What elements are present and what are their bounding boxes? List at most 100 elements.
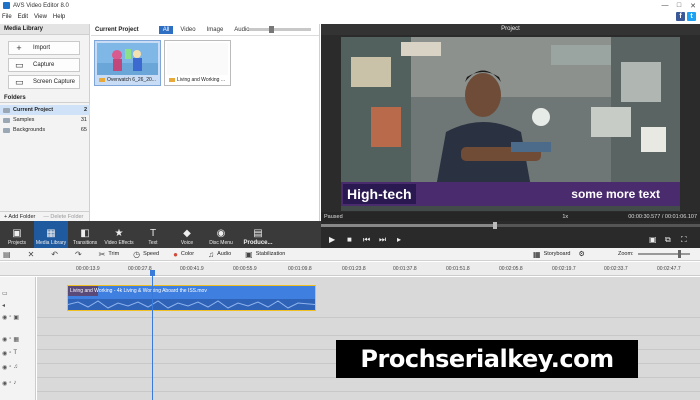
- forward-icon[interactable]: ▸: [397, 235, 401, 244]
- playback-speed: 1x: [562, 213, 569, 220]
- previous-frame-icon[interactable]: ⏮: [363, 235, 370, 245]
- monitor-icon: ▭: [15, 76, 24, 87]
- media-item-label: Living and Working ...: [177, 76, 225, 83]
- video-effects-button[interactable]: ★ Video Effects: [102, 221, 136, 248]
- produce-label: Produce...: [243, 240, 273, 246]
- preview-status: Paused 1x 00:00:30.577 / 00:01:06.107: [321, 212, 700, 221]
- speed-button[interactable]: ◷ Speed: [133, 250, 159, 259]
- speed-icon: ◷: [133, 249, 141, 259]
- music-track-header: ◉ ▫ ♫: [0, 361, 36, 373]
- timeline-tracks[interactable]: Living and Working - 4k Living & Working…: [37, 277, 700, 400]
- text-label: Text: [148, 240, 158, 246]
- next-frame-icon[interactable]: ⏭: [379, 235, 386, 245]
- capture-label: Capture: [33, 62, 55, 68]
- minimize-button[interactable]: —: [658, 0, 672, 11]
- video-track-icon: ▭: [2, 290, 8, 297]
- menu-file[interactable]: File: [2, 14, 12, 20]
- eye-icon[interactable]: ◉: [2, 364, 7, 371]
- color-button[interactable]: ● Color: [173, 250, 194, 259]
- lock-icon[interactable]: ▫: [9, 336, 11, 342]
- lock-icon[interactable]: ▫: [9, 380, 11, 386]
- timeline-view-toggle[interactable]: ▤: [3, 250, 14, 259]
- stop-icon[interactable]: ■: [347, 235, 352, 244]
- voice-button[interactable]: ◆ Voice: [170, 221, 204, 248]
- audio-button[interactable]: ♫ Audio: [208, 250, 231, 259]
- folder-current-project[interactable]: Current Project 2: [0, 105, 90, 115]
- main-toolbar: ▣ Projects ▦ Media Library ◧ Transitions ★ V…: [0, 221, 321, 248]
- redo-button[interactable]: ↷: [75, 250, 85, 259]
- transitions-label: Transitions: [72, 240, 98, 246]
- delete-button[interactable]: ✕: [28, 250, 38, 259]
- menu-edit[interactable]: Edit: [18, 14, 28, 20]
- trim-button[interactable]: ✂ Trim: [99, 250, 120, 259]
- fullscreen-icon[interactable]: ⛶: [681, 235, 687, 245]
- seek-handle[interactable]: [493, 222, 498, 229]
- delete-folder-button[interactable]: — Delete Folder: [43, 214, 83, 220]
- preview-timecode: 00:00:30.577 / 00:01:06.107: [628, 213, 697, 220]
- disc-menu-button[interactable]: ◉ Disc Menu: [204, 221, 238, 248]
- tab-image[interactable]: Image: [203, 26, 228, 34]
- zoom-handle[interactable]: [677, 250, 681, 258]
- text-button[interactable]: T Text: [136, 221, 170, 248]
- lock-icon[interactable]: ▫: [9, 364, 11, 370]
- folder-samples[interactable]: Samples 31: [0, 115, 90, 125]
- video-clip[interactable]: Living and Working - 4k Living & Working…: [67, 285, 316, 311]
- timeline-ruler[interactable]: 00:00:13.9 00:00:27.8 00:00:41.9 00:00:5…: [0, 262, 700, 276]
- video-effects-icon: ★: [114, 228, 124, 239]
- media-thumbnail: [97, 43, 158, 75]
- produce-button[interactable]: ▤ Produce...: [238, 221, 278, 248]
- ruler-tick: 00:00:27.8: [128, 266, 152, 272]
- tab-all[interactable]: All: [158, 25, 174, 34]
- facebook-icon[interactable]: f: [676, 12, 685, 21]
- tab-video[interactable]: Video: [176, 26, 199, 34]
- text-track-header: ◉ ▫ T: [0, 347, 36, 359]
- slider-handle[interactable]: [269, 26, 274, 33]
- redo-icon: ↷: [74, 249, 82, 259]
- playhead[interactable]: [152, 276, 153, 400]
- maximize-button[interactable]: □: [672, 0, 686, 11]
- storyboard-button[interactable]: ▦ Storyboard ⚙: [533, 250, 585, 259]
- ruler-tick: 00:02:05.8: [499, 266, 523, 272]
- eye-icon[interactable]: ◉: [2, 314, 7, 321]
- import-button[interactable]: + Import: [8, 41, 80, 55]
- zoom-slider[interactable]: [637, 250, 690, 258]
- snapshot-icon[interactable]: ▣: [649, 235, 657, 244]
- menu-view[interactable]: View: [34, 14, 47, 20]
- menu-help[interactable]: Help: [53, 14, 65, 20]
- stabilization-button[interactable]: ▣ Stabilization: [245, 250, 285, 259]
- media-item[interactable]: Overwatch 6_26_20...: [94, 40, 161, 86]
- title-overlay: High-tech some more text: [341, 182, 680, 206]
- media-item[interactable]: Living and Working ...: [164, 40, 231, 86]
- eye-icon[interactable]: ◉: [2, 350, 7, 357]
- media-browser: Current Project All Video Image Audio Ov…: [91, 24, 320, 221]
- lock-icon[interactable]: ▫: [9, 350, 11, 356]
- seek-bar[interactable]: [321, 222, 700, 229]
- twitter-icon[interactable]: t: [687, 12, 696, 21]
- thumbnail-size-slider[interactable]: [249, 26, 311, 33]
- ruler-tick: 00:00:41.9: [180, 266, 204, 272]
- settings-icon[interactable]: ⚙: [578, 250, 584, 258]
- eye-icon[interactable]: ◉: [2, 336, 7, 343]
- folder-icon: [3, 127, 10, 133]
- screen-capture-button[interactable]: ▭ Screen Capture: [8, 75, 80, 89]
- track-divider: [37, 335, 700, 336]
- media-library-button[interactable]: ▦ Media Library: [34, 221, 68, 248]
- overlay-icon: ▦: [13, 336, 20, 343]
- detach-icon[interactable]: ⧉: [665, 235, 671, 245]
- speaker-icon[interactable]: ◂: [2, 302, 5, 309]
- stabilization-label: Stabilization: [255, 251, 286, 257]
- undo-button[interactable]: ↶: [51, 250, 61, 259]
- folder-backgrounds[interactable]: Backgrounds 65: [0, 125, 90, 135]
- projects-button[interactable]: ▣ Projects: [0, 221, 34, 248]
- seek-progress: [321, 224, 496, 227]
- eye-icon[interactable]: ◉: [2, 380, 7, 387]
- player-controls: ▶ ■ ⏮ ⏭ ▸ ▣ ⧉ ⛶: [321, 221, 700, 248]
- add-folder-button[interactable]: + Add Folder: [4, 214, 35, 220]
- lock-icon[interactable]: ▫: [9, 314, 11, 320]
- play-icon[interactable]: ▶: [329, 235, 335, 244]
- capture-button[interactable]: ▭ Capture: [8, 58, 80, 72]
- close-button[interactable]: ✕: [686, 0, 700, 11]
- audio-icon: ♫: [208, 249, 215, 259]
- folder-label: Backgrounds: [13, 127, 46, 133]
- transitions-button[interactable]: ◧ Transitions: [68, 221, 102, 248]
